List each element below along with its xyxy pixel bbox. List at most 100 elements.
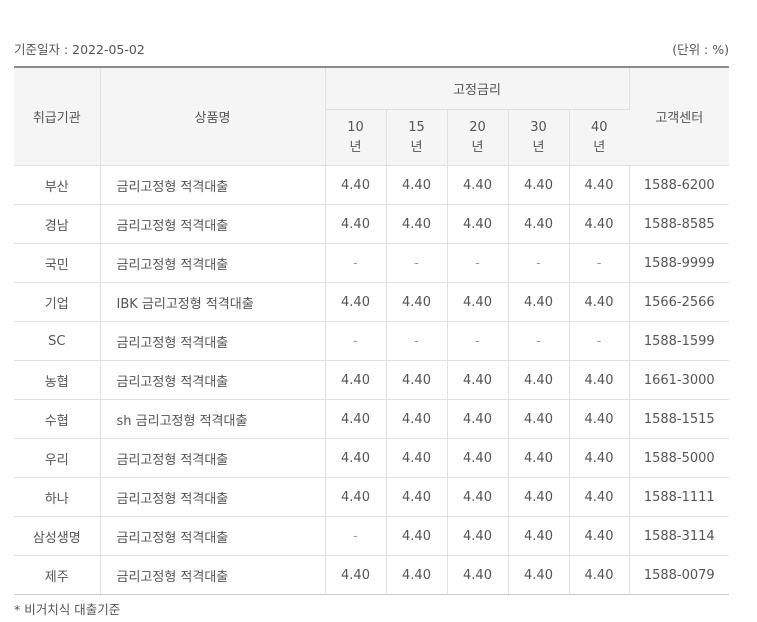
rate-cell: - xyxy=(447,321,509,361)
rate-cell: - xyxy=(325,321,387,361)
bank-cell: 국민 xyxy=(14,243,101,283)
table-body: 부산 금리고정형 적격대출 4.40 4.40 4.40 4.40 4.40 1… xyxy=(14,165,730,595)
table-row: SC 금리고정형 적격대출 - - - - - 1588-1599 xyxy=(14,321,730,361)
header-term: 10 년 xyxy=(325,109,387,166)
header-bank: 취급기관 xyxy=(14,66,101,166)
product-cell: 금리고정형 적격대출 xyxy=(100,165,326,205)
rate-cell: 4.40 xyxy=(386,165,448,205)
phone-cell: 1588-1515 xyxy=(629,399,730,439)
rate-cell: 4.40 xyxy=(386,555,448,595)
footnote: * 비거치식 대출기준 xyxy=(14,602,121,617)
rate-cell: 4.40 xyxy=(569,477,630,517)
phone-cell: 1566-2566 xyxy=(629,282,730,322)
product-cell: 금리고정형 적격대출 xyxy=(100,321,326,361)
base-date: 기준일자 : 2022-05-02 xyxy=(14,42,145,57)
phone-cell: 1588-5000 xyxy=(629,438,730,478)
header-term: 30 년 xyxy=(508,109,570,166)
rate-cell: 4.40 xyxy=(386,516,448,556)
rate-cell: 4.40 xyxy=(447,438,509,478)
table-row: 경남 금리고정형 적격대출 4.40 4.40 4.40 4.40 4.40 1… xyxy=(14,204,730,244)
phone-cell: 1661-3000 xyxy=(629,360,730,400)
phone-cell: 1588-6200 xyxy=(629,165,730,205)
rate-cell: 4.40 xyxy=(325,204,387,244)
rate-cell: 4.40 xyxy=(508,438,570,478)
rate-cell: 4.40 xyxy=(569,282,630,322)
bank-cell: 하나 xyxy=(14,477,101,517)
rate-cell: 4.40 xyxy=(569,360,630,400)
rate-cell: - xyxy=(508,321,570,361)
rate-cell: 4.40 xyxy=(569,555,630,595)
rate-cell: 4.40 xyxy=(386,399,448,439)
rate-cell: - xyxy=(325,243,387,283)
product-cell: 금리고정형 적격대출 xyxy=(100,360,326,400)
product-cell: 금리고정형 적격대출 xyxy=(100,516,326,556)
rate-cell: 4.40 xyxy=(386,282,448,322)
table-row: 하나 금리고정형 적격대출 4.40 4.40 4.40 4.40 4.40 1… xyxy=(14,477,730,517)
rate-cell: 4.40 xyxy=(447,555,509,595)
rate-cell: 4.40 xyxy=(325,282,387,322)
bank-cell: 삼성생명 xyxy=(14,516,101,556)
table-row: 삼성생명 금리고정형 적격대출 - 4.40 4.40 4.40 4.40 15… xyxy=(14,516,730,556)
bank-cell: 제주 xyxy=(14,555,101,595)
rate-cell: 4.40 xyxy=(447,399,509,439)
bank-cell: SC xyxy=(14,321,101,361)
table-row: 부산 금리고정형 적격대출 4.40 4.40 4.40 4.40 4.40 1… xyxy=(14,165,730,205)
bank-cell: 기업 xyxy=(14,282,101,322)
rate-cell: 4.40 xyxy=(325,438,387,478)
term-number: 30 xyxy=(530,119,547,135)
bank-cell: 수협 xyxy=(14,399,101,439)
phone-cell: 1588-1111 xyxy=(629,477,730,517)
phone-cell: 1588-3114 xyxy=(629,516,730,556)
phone-cell: 1588-9999 xyxy=(629,243,730,283)
header-contact: 고객센터 xyxy=(629,66,730,166)
header-fixed-rate: 고정금리 xyxy=(325,66,630,110)
rate-cell: 4.40 xyxy=(386,204,448,244)
rate-cell: 4.40 xyxy=(325,477,387,517)
phone-cell: 1588-8585 xyxy=(629,204,730,244)
rate-cell: - xyxy=(569,243,630,283)
rate-cell: 4.40 xyxy=(325,360,387,400)
rate-cell: - xyxy=(447,243,509,283)
term-unit: 년 xyxy=(593,139,606,155)
term-number: 10 xyxy=(347,119,364,135)
product-cell: IBK 금리고정형 적격대출 xyxy=(100,282,326,322)
term-number: 20 xyxy=(469,119,486,135)
table-row: 기업 IBK 금리고정형 적격대출 4.40 4.40 4.40 4.40 4.… xyxy=(14,282,730,322)
bank-cell: 부산 xyxy=(14,165,101,205)
product-cell: 금리고정형 적격대출 xyxy=(100,204,326,244)
rate-cell: 4.40 xyxy=(447,204,509,244)
rate-cell: 4.40 xyxy=(569,204,630,244)
rate-cell: 4.40 xyxy=(386,360,448,400)
product-cell: 금리고정형 적격대출 xyxy=(100,555,326,595)
rate-cell: 4.40 xyxy=(447,477,509,517)
table-row: 농협 금리고정형 적격대출 4.40 4.40 4.40 4.40 4.40 1… xyxy=(14,360,730,400)
term-number: 15 xyxy=(408,119,425,135)
rate-cell: - xyxy=(386,243,448,283)
product-cell: 금리고정형 적격대출 xyxy=(100,477,326,517)
rate-cell: 4.40 xyxy=(508,165,570,205)
rate-cell: 4.40 xyxy=(508,555,570,595)
rate-cell: 4.40 xyxy=(386,477,448,517)
rate-cell: 4.40 xyxy=(325,399,387,439)
rate-cell: 4.40 xyxy=(447,516,509,556)
rate-cell: 4.40 xyxy=(447,360,509,400)
product-cell: sh 금리고정형 적격대출 xyxy=(100,399,326,439)
term-unit: 년 xyxy=(471,139,484,155)
table-row: 우리 금리고정형 적격대출 4.40 4.40 4.40 4.40 4.40 1… xyxy=(14,438,730,478)
rate-cell: 4.40 xyxy=(569,399,630,439)
rate-cell: 4.40 xyxy=(508,360,570,400)
header-product: 상품명 xyxy=(100,66,326,166)
bank-cell: 경남 xyxy=(14,204,101,244)
table-row: 국민 금리고정형 적격대출 - - - - - 1588-9999 xyxy=(14,243,730,283)
rate-cell: 4.40 xyxy=(447,165,509,205)
loan-rate-table: 취급기관 상품명 고정금리 고객센터 10 년 15 년 20 년 30 년 40 년 부… xyxy=(14,66,730,595)
rate-cell: - xyxy=(508,243,570,283)
rate-cell: 4.40 xyxy=(569,438,630,478)
rate-cell: 4.40 xyxy=(508,282,570,322)
header-term: 20 년 xyxy=(447,109,509,166)
term-unit: 년 xyxy=(349,139,362,155)
term-number: 40 xyxy=(590,119,608,135)
rate-cell: 4.40 xyxy=(569,516,630,556)
header-term: 40 년 xyxy=(569,109,630,166)
rate-cell: - xyxy=(569,321,630,361)
